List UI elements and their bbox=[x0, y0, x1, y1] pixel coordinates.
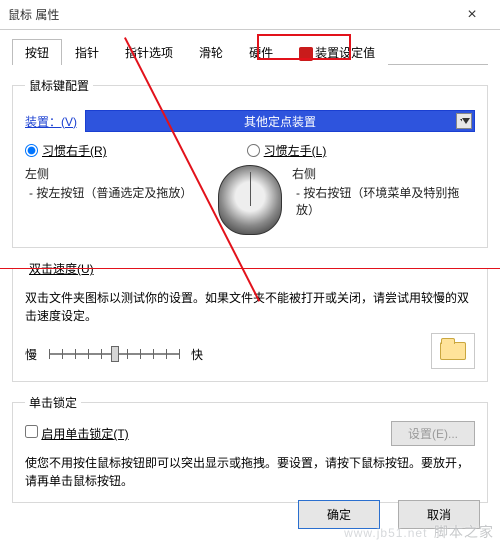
device-select-value: 其他定点装置 bbox=[244, 113, 316, 130]
tab-pointer-options[interactable]: 指针选项 bbox=[112, 39, 186, 65]
close-button[interactable]: × bbox=[452, 1, 492, 29]
slider-slow-label: 慢 bbox=[25, 346, 37, 363]
left-side-title: 左侧 bbox=[25, 165, 208, 182]
click-lock-settings-button: 设置(E)... bbox=[391, 421, 475, 446]
click-lock-desc: 使您不用按住鼠标按钮即可以突出显示或拖拽。要设置，请按下鼠标按钮。要放开，请再单… bbox=[25, 454, 475, 490]
device-select[interactable]: 其他定点装置 bbox=[85, 110, 475, 132]
group-double-click: 双击速度(U) 双击文件夹图标以测试你的设置。如果文件夹不能被打开或关闭，请尝试… bbox=[12, 260, 488, 382]
radio-left-handed-input[interactable] bbox=[247, 144, 260, 157]
synaptics-icon bbox=[299, 47, 313, 61]
watermark: www.jb51.net 脚本之家 bbox=[344, 520, 494, 543]
group-button-config: 鼠标键配置 装置：(V) 其他定点装置 习惯右手(R) 习惯左手(L) 左侧 -… bbox=[12, 77, 488, 248]
mouse-icon bbox=[218, 165, 282, 235]
left-side-desc: - 按左按钮（普通选定及拖放） bbox=[25, 184, 208, 201]
double-click-slider[interactable] bbox=[49, 344, 179, 364]
watermark-url: www.jb51.net bbox=[344, 526, 427, 540]
radio-left-handed[interactable]: 习惯左手(L) bbox=[247, 142, 327, 159]
radio-left-handed-label: 习惯左手(L) bbox=[264, 142, 327, 159]
radio-right-handed-input[interactable] bbox=[25, 144, 38, 157]
slider-fast-label: 快 bbox=[191, 346, 203, 363]
device-label: 装置：(V) bbox=[25, 113, 77, 130]
enable-click-lock-label: 启用单击锁定(T) bbox=[41, 427, 128, 441]
tab-device-settings-label: 装置设定值 bbox=[315, 46, 375, 60]
right-side-title: 右侧 bbox=[292, 165, 475, 182]
tab-hardware[interactable]: 硬件 bbox=[236, 39, 286, 65]
window-title: 鼠标 属性 bbox=[8, 6, 59, 23]
enable-click-lock[interactable]: 启用单击锁定(T) bbox=[25, 425, 129, 442]
slider-thumb[interactable] bbox=[111, 346, 119, 362]
group-double-click-title: 双击速度(U) bbox=[25, 260, 98, 277]
watermark-name: 脚本之家 bbox=[434, 524, 494, 540]
folder-icon bbox=[440, 342, 466, 360]
double-click-test-area[interactable] bbox=[431, 333, 475, 369]
tab-pointer[interactable]: 指针 bbox=[62, 39, 112, 65]
tab-bar: 按钮 指针 指针选项 滑轮 硬件 装置设定值 bbox=[12, 38, 488, 65]
chevron-down-icon bbox=[456, 113, 472, 129]
tab-device-settings[interactable]: 装置设定值 bbox=[286, 39, 388, 65]
group-click-lock-title: 单击锁定 bbox=[25, 394, 81, 411]
group-click-lock: 单击锁定 启用单击锁定(T) 设置(E)... 使您不用按住鼠标按钮即可以突出显… bbox=[12, 394, 488, 503]
double-click-desc: 双击文件夹图标以测试你的设置。如果文件夹不能被打开或关闭，请尝试用较慢的双击速度… bbox=[25, 289, 475, 325]
tab-buttons[interactable]: 按钮 bbox=[12, 39, 62, 65]
enable-click-lock-checkbox[interactable] bbox=[25, 425, 38, 438]
radio-right-handed[interactable]: 习惯右手(R) bbox=[25, 142, 107, 159]
radio-right-handed-label: 习惯右手(R) bbox=[42, 142, 107, 159]
group-button-config-title: 鼠标键配置 bbox=[25, 77, 93, 94]
right-side-desc: - 按右按钮（环境菜单及特别拖放） bbox=[292, 184, 475, 218]
tab-wheel[interactable]: 滑轮 bbox=[186, 39, 236, 65]
